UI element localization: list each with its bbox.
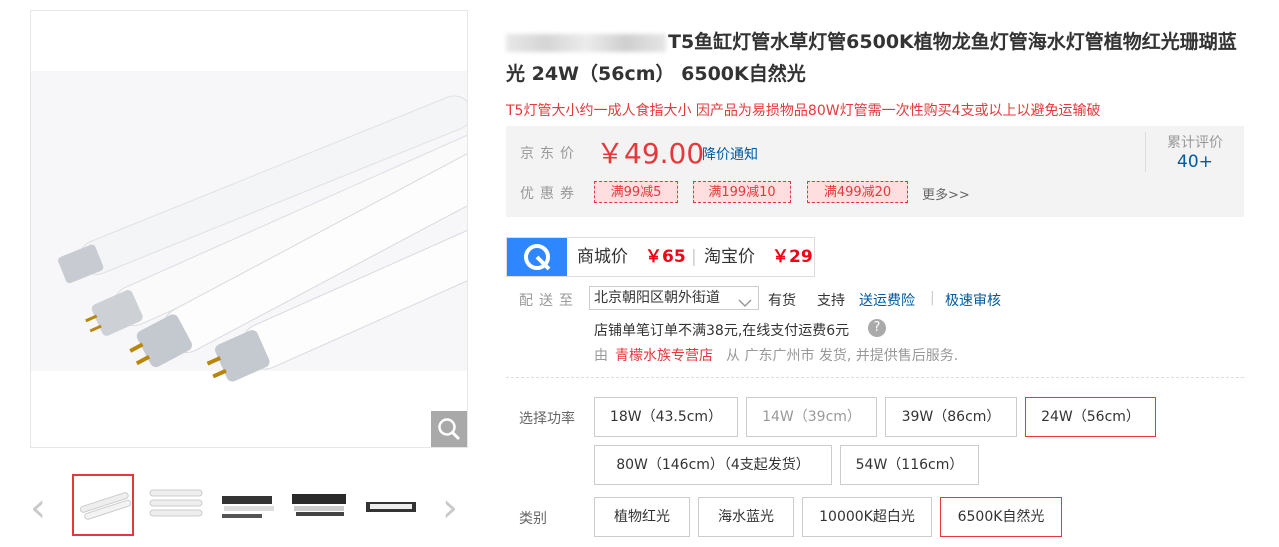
price-notify-link[interactable]: 降价通知 (702, 144, 758, 164)
mall-price: ￥65 (645, 247, 686, 267)
option-power-selected[interactable]: 24W（56cm） (1025, 397, 1156, 437)
option-type[interactable]: 植物红光 (594, 497, 690, 537)
support-label: 支持 (817, 293, 845, 309)
thumbnail[interactable] (360, 474, 422, 536)
option-type[interactable]: 海水蓝光 (698, 497, 794, 537)
review-count[interactable]: 40+ (1146, 152, 1244, 172)
option-type-selected[interactable]: 6500K自然光 (940, 497, 1062, 537)
mall-price-label: 商城价 (577, 247, 628, 267)
question-icon[interactable]: ? (868, 319, 886, 337)
product-title: T5鱼缸灯管水草灯管6500K植物龙鱼灯管海水灯管植物红光珊瑚蓝光 24W（56… (506, 31, 1237, 85)
thumbnail[interactable] (144, 474, 206, 536)
more-coupons-link[interactable]: 更多>> (922, 184, 970, 203)
freight-insurance-link[interactable]: 送运费险 (859, 290, 915, 310)
fluorescent-tubes-image (31, 71, 467, 382)
compare-divider: | (691, 247, 697, 267)
store-name-link[interactable]: 青檬水族专营店 (615, 345, 713, 365)
chevron-down-icon (738, 293, 752, 315)
chevron-left-icon[interactable]: ‹ (30, 488, 46, 528)
review-summary[interactable]: 累计评价 40+ (1145, 132, 1244, 172)
coupon[interactable]: 满99减5 (594, 181, 678, 203)
fast-review-link[interactable]: 极速审核 (945, 290, 1001, 310)
blurred-brand (506, 33, 666, 52)
coupon[interactable]: 满499减20 (807, 181, 908, 203)
address-select[interactable]: 北京朝阳区朝外街道 (589, 286, 759, 310)
price-label: 京东价 (520, 146, 580, 162)
power-label: 选择功率 (519, 411, 575, 427)
option-power[interactable]: 14W（39cm） (746, 397, 877, 437)
coupon-label: 优惠券 (520, 186, 580, 202)
delivery-label: 配送至 (519, 293, 579, 309)
ship-from-prefix: 由 (594, 348, 608, 364)
magnifier-icon (438, 418, 461, 441)
review-label: 累计评价 (1167, 135, 1223, 151)
zoom-button[interactable] (431, 411, 467, 447)
option-power[interactable]: 39W（86cm） (885, 397, 1017, 437)
option-type[interactable]: 10000K超白光 (802, 497, 932, 537)
service-divider: | (930, 290, 935, 306)
compare-logo-icon (507, 238, 567, 276)
promo-text: T5灯管大小约一成人食指大小 因产品为易损物品80W灯管需一次性购买4支或以上以… (506, 103, 1101, 119)
main-product-image[interactable] (30, 10, 468, 448)
shipping-fee-note: 店铺单笔订单不满38元,在线支付运费6元 (594, 323, 850, 339)
thumbnail[interactable] (288, 474, 350, 536)
chevron-right-icon[interactable]: › (442, 488, 458, 528)
thumbnail[interactable] (72, 474, 134, 536)
coupon[interactable]: 满199减10 (693, 181, 791, 203)
option-power[interactable]: 18W（43.5cm） (594, 397, 738, 437)
type-label: 类别 (519, 511, 547, 527)
price-compare-box[interactable]: 商城价 ￥65 | 淘宝价 ￥29 (506, 237, 815, 277)
taobao-price-label: 淘宝价 (704, 247, 755, 267)
ship-from-suffix: 从 广东广州市 发货, 并提供售后服务. (726, 348, 959, 364)
thumbnail-strip: ‹ › (30, 470, 470, 542)
option-power[interactable]: 54W（116cm） (840, 445, 979, 485)
thumbnail[interactable] (216, 474, 278, 536)
section-divider (506, 377, 1244, 378)
stock-status: 有货 (768, 293, 796, 309)
option-power[interactable]: 80W（146cm）（4支起发货） (594, 445, 832, 485)
address-value: 北京朝阳区朝外街道 (594, 290, 720, 306)
taobao-price: ￥29 (772, 247, 813, 267)
price-box: 京东价 ￥49.00 降价通知 优惠券 满99减5 满199减10 满499减2… (506, 126, 1244, 217)
price-value: ￥49.00 (596, 137, 705, 170)
